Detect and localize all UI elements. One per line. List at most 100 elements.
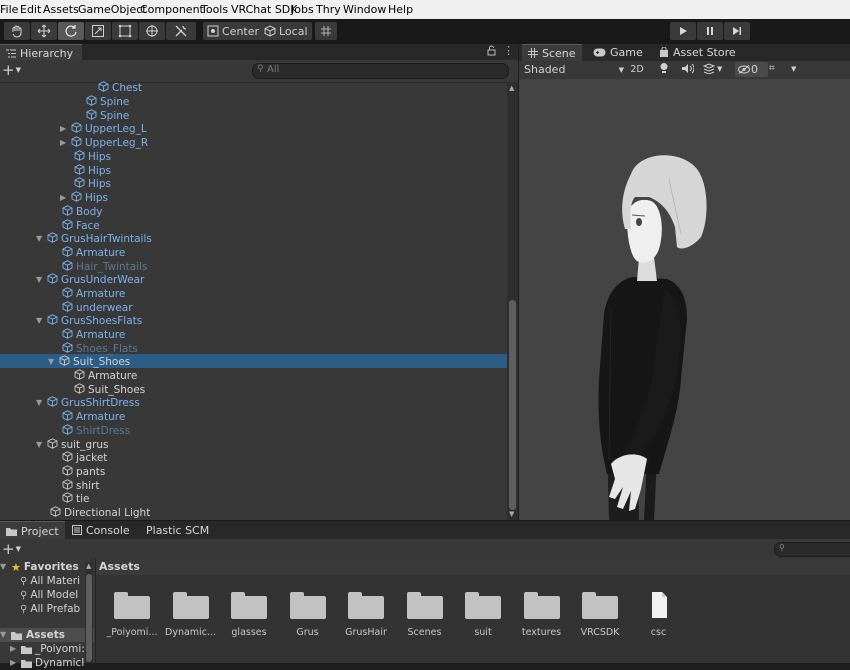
shading-mode-dropdown[interactable]: Shaded ▼ — [521, 62, 627, 77]
asset-folder[interactable]: GrusHair — [337, 591, 395, 638]
menu-item-gameobject[interactable]: GameObject — [78, 3, 147, 16]
create-asset-button[interactable]: + ▼ — [2, 541, 24, 557]
scale-tool-button[interactable] — [85, 22, 111, 40]
asset-file[interactable]: csc — [630, 591, 688, 638]
hierarchy-row[interactable]: Armature — [62, 246, 125, 260]
chevron-down-icon[interactable]: ▼ — [791, 65, 796, 73]
transform-tool-button[interactable] — [139, 22, 165, 40]
chevron-down-icon[interactable]: ▼ — [48, 358, 56, 366]
hand-tool-button[interactable] — [4, 22, 30, 40]
asset-folder[interactable]: Grus — [279, 591, 337, 638]
menu-item-window[interactable]: Window — [343, 3, 386, 16]
hierarchy-row[interactable]: Body — [62, 205, 103, 219]
hierarchy-row[interactable]: pants — [62, 465, 105, 479]
asset-tree-item[interactable]: ▶ DynamicI — [10, 656, 84, 670]
asset-folder[interactable]: glasses — [220, 591, 278, 638]
hierarchy-row[interactable]: Hips — [74, 164, 111, 178]
menu-item-vrchat-sdk[interactable]: VRChat SDK — [231, 3, 298, 16]
rotate-tool-button[interactable] — [58, 22, 84, 40]
play-button[interactable] — [670, 22, 696, 40]
hierarchy-row[interactable]: Armature — [62, 328, 125, 342]
favorite-item[interactable]: ⚲ All Prefab — [20, 602, 80, 616]
scene-visibility-toggle[interactable]: 0 — [735, 62, 768, 77]
hierarchy-row[interactable]: Hips — [74, 150, 111, 164]
scroll-up-icon[interactable]: ▲ — [86, 562, 91, 570]
menu-item-edit[interactable]: Edit — [20, 3, 41, 16]
pivot-mode-button[interactable]: Center — [203, 22, 264, 40]
scrollbar-thumb[interactable] — [509, 300, 516, 510]
menu-item-file[interactable]: File — [0, 3, 18, 16]
assets-folder-row[interactable]: ▼ Assets — [0, 628, 94, 642]
rect-tool-button[interactable] — [112, 22, 138, 40]
2d-mode-toggle[interactable]: 2D — [627, 62, 647, 77]
hierarchy-row[interactable]: Directional Light — [50, 506, 150, 520]
hierarchy-row[interactable]: Face — [62, 219, 100, 233]
asset-folder[interactable]: Scenes — [396, 591, 454, 638]
hierarchy-row[interactable]: Chest — [98, 81, 142, 95]
hierarchy-row[interactable]: Shoes_Flats — [62, 342, 138, 356]
hierarchy-row[interactable]: jacket — [62, 451, 107, 465]
hierarchy-row[interactable]: ▼ GrusHairTwintails — [36, 232, 152, 246]
hierarchy-row[interactable]: ▼ GrusUnderWear — [36, 273, 144, 287]
step-button[interactable] — [724, 22, 750, 40]
asset-folder[interactable]: VRCSDK — [571, 591, 629, 638]
tab-asset-store[interactable]: Asset Store — [653, 44, 742, 60]
tab-console[interactable]: Console — [66, 521, 136, 539]
scene-viewport[interactable] — [519, 79, 850, 520]
hierarchy-row[interactable]: Spine — [86, 109, 129, 123]
breadcrumb-assets[interactable]: Assets — [99, 560, 140, 573]
hierarchy-row[interactable]: ▶ UpperLeg_L — [60, 122, 147, 136]
hierarchy-scrollbar[interactable]: ▲ ▼ — [507, 82, 518, 520]
hierarchy-row[interactable]: underwear — [62, 301, 133, 315]
move-tool-button[interactable] — [31, 22, 57, 40]
hierarchy-row[interactable]: Spine — [86, 95, 129, 109]
menu-item-component[interactable]: Component — [140, 3, 204, 16]
menu-item-jobs[interactable]: Jobs — [291, 3, 314, 16]
custom-tools-button[interactable] — [166, 22, 196, 40]
hierarchy-row[interactable]: ▼ Suit_Shoes — [48, 355, 130, 369]
hierarchy-row[interactable]: ▼ GrusShoesFlats — [36, 314, 142, 328]
menu-item-help[interactable]: Help — [388, 3, 413, 16]
hierarchy-row[interactable]: Suit_Shoes — [74, 383, 145, 397]
grid-snap-button[interactable] — [315, 22, 337, 40]
pivot-rotation-button[interactable]: Local — [260, 22, 312, 40]
gizmos-icon[interactable]: ⌗ — [769, 63, 775, 74]
favorite-item[interactable]: ⚲ All Materi — [20, 574, 80, 588]
folder-tree-scrollbar[interactable]: ▲ — [85, 562, 93, 663]
asset-folder[interactable]: textures — [513, 591, 571, 638]
chevron-down-icon[interactable]: ▼ — [36, 276, 44, 284]
tab-project[interactable]: Project — [0, 521, 65, 540]
effects-icon[interactable] — [702, 63, 716, 77]
lighting-icon[interactable] — [659, 62, 669, 77]
project-search-input[interactable]: ⚲ — [774, 542, 850, 557]
hierarchy-row[interactable]: ▶ UpperLeg_R — [60, 136, 148, 150]
favorites-header[interactable]: ▼ ★ Favorites — [0, 560, 79, 574]
chevron-right-icon[interactable]: ▶ — [60, 139, 68, 147]
pause-button[interactable] — [697, 22, 723, 40]
asset-folder[interactable]: _Poiyomi... — [103, 591, 161, 638]
hierarchy-row[interactable]: Hips — [74, 177, 111, 191]
tab-game[interactable]: Game — [587, 44, 649, 60]
hierarchy-row[interactable]: ▼ GrusShirtDress — [36, 396, 140, 410]
scroll-down-icon[interactable]: ▼ — [509, 510, 514, 518]
hierarchy-row[interactable]: Armature — [62, 287, 125, 301]
hierarchy-row[interactable]: ShirtDress — [62, 424, 130, 438]
tab-plastic-scm[interactable]: Plastic SCM — [140, 521, 215, 539]
tab-scene[interactable]: Scene — [522, 44, 582, 61]
menu-item-tools[interactable]: Tools — [201, 3, 228, 16]
chevron-down-icon[interactable]: ▼ — [36, 441, 44, 449]
asset-folder[interactable]: suit — [454, 591, 512, 638]
hierarchy-row[interactable]: tie — [62, 492, 90, 506]
chevron-down-icon[interactable]: ▼ — [36, 399, 44, 407]
hierarchy-row[interactable]: ▼ suit_grus — [36, 438, 109, 452]
asset-tree-item[interactable]: ▶ _Poiyomi: — [10, 642, 85, 656]
menu-item-assets[interactable]: Assets — [43, 3, 79, 16]
hierarchy-row[interactable]: shirt — [62, 479, 99, 493]
hierarchy-row[interactable]: Armature — [74, 369, 137, 383]
scroll-up-icon[interactable]: ▲ — [509, 84, 514, 92]
audio-icon[interactable] — [681, 63, 695, 77]
chevron-down-icon[interactable]: ▼ — [36, 235, 44, 243]
hierarchy-row[interactable]: Hair_Twintails — [62, 260, 148, 274]
chevron-down-icon[interactable]: ▼ — [717, 65, 722, 73]
asset-folder[interactable]: Dynamic... — [162, 591, 220, 638]
